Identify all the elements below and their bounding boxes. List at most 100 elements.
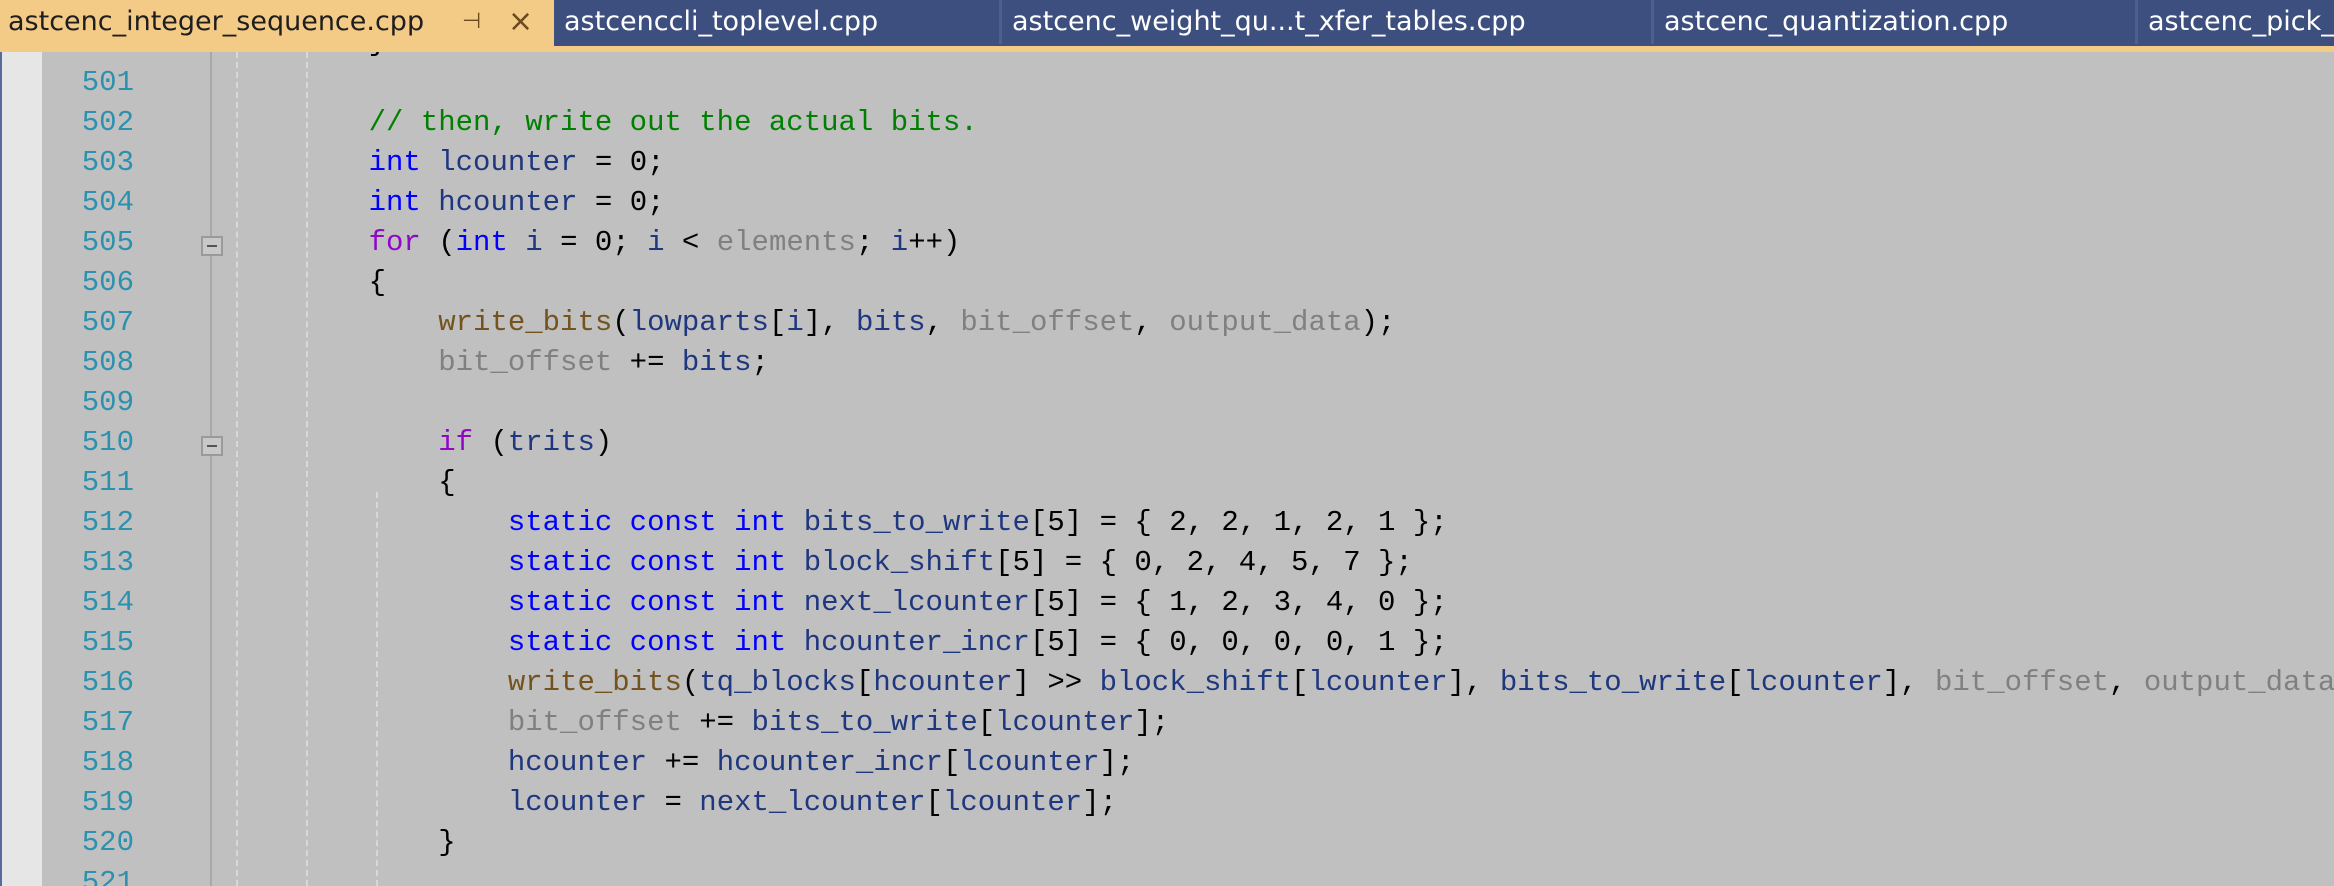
code-text: [5] = { 0, 0, 0, 0, 1 }; [1029,626,1448,659]
tab-astcenc-weight-quant-xfer-tables[interactable]: astcenc_weight_qu...t_xfer_tables.cpp [1002,0,1654,44]
variable: lcounter [995,706,1135,739]
code-text: ]; [1099,746,1135,779]
code-text: ); [1360,306,1396,339]
code-text: static const int hcounter_incr[5] = { 0,… [299,623,1448,663]
variable: bits_to_write [803,506,1030,539]
code-text: += [612,346,682,379]
code-text: for (int i = 0; i < elements; i++) [299,223,961,263]
variable: hcounter_incr [803,626,1030,659]
code-text: } [299,52,386,63]
variable: block_shift [803,546,996,579]
code-text: ], [1882,666,1935,699]
variable: i [525,226,543,259]
tab-astcenc-pick[interactable]: astcenc_pick_ [2138,0,2334,44]
code-text: [ [1726,666,1744,699]
code-text: if (trits) [299,423,612,463]
control-keyword: if [438,426,474,459]
indicator-margin [0,52,42,886]
tab-label: astcenc_weight_qu...t_xfer_tables.cpp [1012,6,1526,37]
close-icon[interactable]: × [508,0,533,44]
collapse-icon[interactable] [201,236,223,256]
pin-icon[interactable]: ⊣ [462,0,481,44]
variable: hcounter_incr [716,746,943,779]
collapse-icon[interactable] [201,436,223,456]
line-number: 515 [81,626,134,659]
comment: // then, write out the actual bits. [368,106,978,139]
variable: bits [855,306,926,339]
code-text: , [925,306,961,339]
parameter: elements [716,226,856,259]
parameter: bit_offset [438,346,613,379]
line-number: 500 [62,52,134,63]
keyword: const [629,586,717,619]
variable: lcounter [438,146,578,179]
keyword: static [507,626,613,659]
variable: hcounter [438,186,578,219]
line-number: 516 [81,666,134,699]
parameter: bit_offset [507,706,682,739]
code-text: } [299,826,456,859]
code-text: [5] = { 1, 2, 3, 4, 0 }; [1029,586,1448,619]
code-text: write_bits(lowparts[i], bits, bit_offset… [299,303,1395,343]
code-text: ]; [1082,786,1117,819]
tab-astcenc-integer-sequence[interactable]: astcenc_integer_sequence.cpp ⊣ × [0,0,554,52]
line-number: 503 [81,146,134,179]
code-text: ++) [908,226,961,259]
line-number: 513 [81,546,134,579]
code-text: ) [594,426,613,459]
tab-bar: astcenc_integer_sequence.cpp ⊣ × astcenc… [0,0,2334,52]
code-text: ; [751,346,769,379]
keyword: static [507,506,613,539]
keyword: const [629,626,717,659]
line-number: 506 [81,266,134,299]
code-text: } [299,823,456,863]
code-text: [ [1291,666,1309,699]
control-keyword: for [368,226,421,259]
keyword: const [629,546,717,579]
variable: hcounter [507,746,648,779]
keyword: const [629,506,717,539]
parameter: output_data [2143,666,2334,699]
code-text: int hcounter = 0; [299,183,665,223]
line-number: 511 [81,466,134,499]
variable: lcounter [960,746,1100,779]
code-text: bit_offset += bits; [299,343,769,383]
keyword: int [368,186,421,219]
line-number: 505 [81,226,134,259]
tab-astcenccli-toplevel[interactable]: astcenccli_toplevel.cpp [554,0,1002,44]
code-text: write_bits(tq_blocks[hcounter] >> block_… [299,663,2334,703]
tab-astcenc-quantization[interactable]: astcenc_quantization.cpp [1654,0,2138,44]
code-text: , [1134,306,1170,339]
line-number: 512 [81,506,134,539]
variable: next_lcounter [699,786,926,819]
code-text: [5] = { 0, 2, 4, 5, 7 }; [995,546,1413,579]
code-text: [ [942,746,961,779]
code-text: ]; [1134,706,1170,739]
code-text: { [299,463,455,503]
code-text: , [2109,666,2144,699]
function-name: write_bits [507,666,682,699]
code-text: ] >> [1012,666,1100,699]
parameter: bit_offset [1934,666,2110,699]
variable: bits_to_write [751,706,978,739]
code-text: = 0; [577,186,665,219]
code-text: ( [681,666,700,699]
code-editor[interactable]: 500 } 501 502 // then, write out the actua… [0,52,2334,886]
